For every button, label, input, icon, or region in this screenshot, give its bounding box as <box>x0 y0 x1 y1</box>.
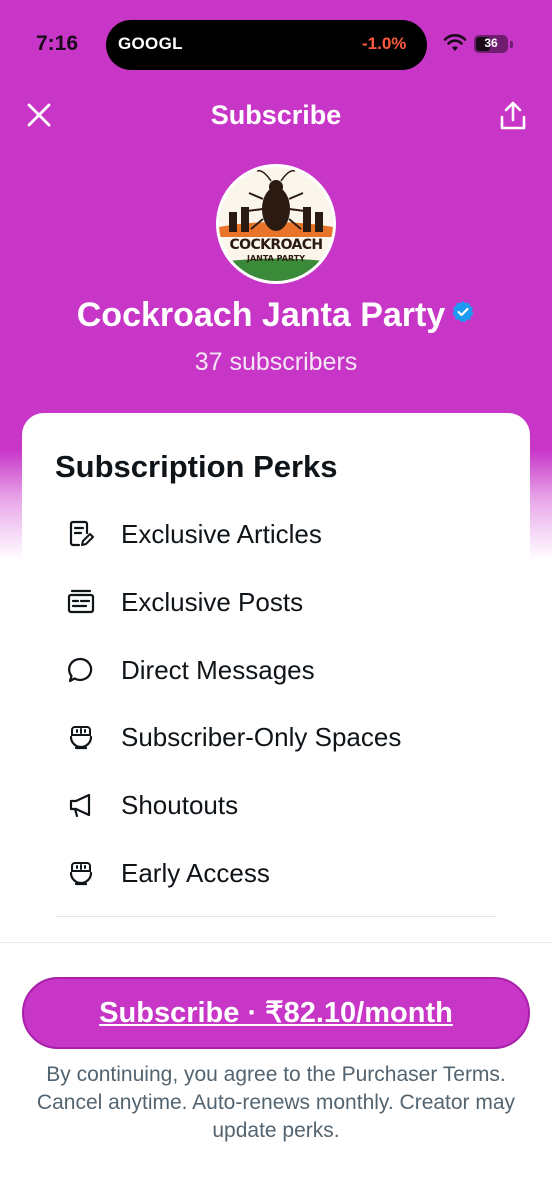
message-icon <box>68 657 93 683</box>
perk-label: Subscriber-Only Spaces <box>121 722 402 752</box>
footer: Subscribe · ₹82.10/month By continuing, … <box>0 942 552 1200</box>
share-icon[interactable] <box>498 100 528 132</box>
perk-label: Exclusive Posts <box>121 587 304 617</box>
subscriber-count: 37 subscribers <box>194 348 358 376</box>
perk-item-early-access: Early Access <box>22 853 530 893</box>
perk-label: Shoutouts <box>121 790 239 820</box>
spaces-icon <box>69 726 93 750</box>
perk-item-exclusive-posts: Exclusive Posts <box>22 582 530 622</box>
avatar-logo-subtext: JANTA PARTY <box>246 254 306 263</box>
status-time: 7:16 <box>36 32 79 55</box>
battery-icon: 36 <box>474 35 508 53</box>
battery-level: 36 <box>484 36 498 50</box>
perk-item-shoutouts: Shoutouts <box>22 785 530 825</box>
megaphone-icon <box>69 793 91 818</box>
perk-label: Exclusive Articles <box>121 519 322 549</box>
perks-card: Subscription Perks Exclusive Articles Ex… <box>22 413 530 973</box>
perk-label: Early Access <box>121 858 270 888</box>
perk-item-exclusive-articles: Exclusive Articles <box>22 514 530 554</box>
perks-title: Subscription Perks <box>55 449 338 484</box>
terms-text: By continuing, you agree to the Purchase… <box>36 1063 516 1142</box>
creator-name: Cockroach Janta Party <box>76 296 446 334</box>
posts-icon <box>67 589 95 614</box>
perk-label: Direct Messages <box>121 655 315 685</box>
cockroach-logo-icon <box>219 169 333 281</box>
avatar[interactable]: COCKROACH JANTA PARTY <box>216 164 336 284</box>
battery-tip <box>510 41 513 48</box>
wifi-icon <box>443 34 467 51</box>
subscribe-button[interactable]: Subscribe · ₹82.10/month <box>22 977 530 1049</box>
early-access-icon <box>69 862 93 886</box>
article-icon <box>69 520 94 547</box>
verified-badge-icon <box>452 301 474 323</box>
page-title: Subscribe <box>210 100 342 130</box>
creator-name-row: Cockroach Janta Party <box>0 296 552 335</box>
perk-item-subscriber-only-spaces: Subscriber-Only Spaces <box>22 717 530 757</box>
stock-ticker-change: -1.0% <box>362 34 407 53</box>
divider <box>55 916 497 917</box>
stock-ticker-symbol: GOOGL <box>118 34 183 53</box>
avatar-logo-text: COCKROACH <box>229 237 323 253</box>
perk-item-direct-messages: Direct Messages <box>22 650 530 690</box>
